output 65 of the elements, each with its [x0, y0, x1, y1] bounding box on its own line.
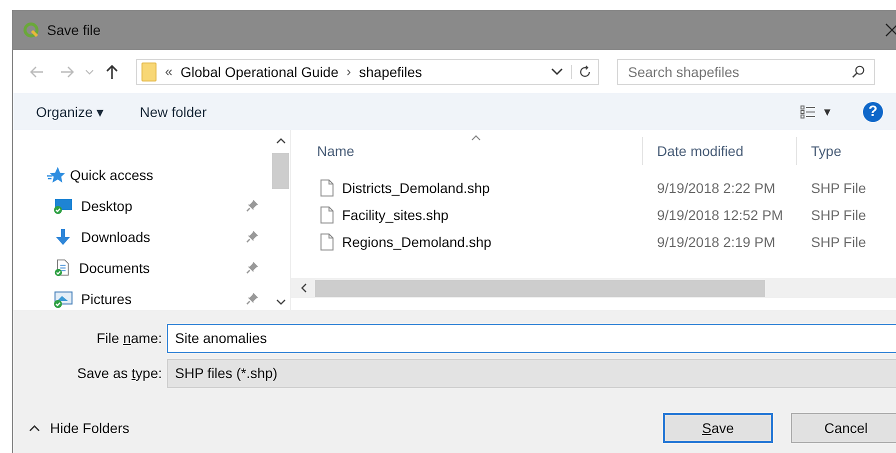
- close-icon[interactable]: [885, 23, 896, 37]
- app-logo-icon: [23, 22, 39, 38]
- scrollbar-thumb[interactable]: [272, 153, 289, 189]
- up-arrow-icon[interactable]: [104, 64, 120, 80]
- caret-up-icon: [29, 424, 40, 432]
- scroll-left-icon[interactable]: [301, 283, 307, 293]
- star-icon: [47, 166, 65, 184]
- breadcrumb[interactable]: shapefiles: [359, 64, 422, 80]
- table-cell-text: SHP File: [810, 180, 867, 196]
- scroll-down-icon[interactable]: [276, 299, 286, 305]
- new-folder-button[interactable]: New folder: [140, 104, 207, 120]
- overflow-chevrons[interactable]: «: [165, 64, 173, 79]
- file-name[interactable]: Facility_sites.shp: [342, 206, 449, 222]
- back-arrow-icon[interactable]: [29, 64, 45, 80]
- field-label: File name:: [96, 330, 163, 346]
- file-name[interactable]: Regions_Demoland.shp: [342, 234, 492, 250]
- download-arrow-icon: [53, 228, 73, 246]
- forward-arrow-icon[interactable]: [59, 64, 75, 80]
- table-cell-text: 9/19/2018 2:22 PM: [656, 180, 776, 196]
- cancel-button[interactable]: Cancel: [791, 413, 896, 443]
- monitor-icon: [53, 196, 73, 214]
- table-cell-text: SHP File: [810, 234, 867, 250]
- sidebar-item[interactable]: Downloads: [47, 221, 271, 252]
- pin-icon[interactable]: [246, 261, 259, 274]
- table-cell-text: 9/19/2018 2:19 PM: [656, 234, 776, 250]
- path-separator: ›: [346, 64, 352, 79]
- file-type-dropdown[interactable]: SHP files (*.shp): [167, 358, 896, 388]
- horizontal-scrollbar[interactable]: [291, 278, 896, 298]
- sort-caret-icon: [471, 135, 481, 141]
- file-icon: [320, 206, 334, 224]
- sidebar-item[interactable]: Desktop: [47, 190, 271, 221]
- search-field[interactable]: Search shapefiles: [617, 58, 875, 84]
- file-name-field[interactable]: Site anomalies: [167, 324, 896, 352]
- hide-folders-button[interactable]: Hide Folders: [13, 420, 130, 436]
- column-header[interactable]: Name: [303, 137, 643, 165]
- sidebar-item[interactable]: Pictures: [47, 283, 271, 314]
- window-title: Save file: [47, 22, 102, 38]
- pin-icon[interactable]: [246, 199, 259, 212]
- table-cell-text: 9/19/2018 12:52 PM: [656, 206, 784, 222]
- view-options-icon[interactable]: [800, 104, 816, 118]
- chevron-down-icon[interactable]: [551, 68, 563, 76]
- scroll-up-icon[interactable]: [276, 138, 286, 144]
- image-icon: [53, 290, 73, 308]
- breadcrumb[interactable]: Global Operational Guide: [180, 64, 339, 80]
- pin-icon[interactable]: [246, 292, 259, 305]
- document-icon: [53, 258, 71, 278]
- address-bar[interactable]: « Global Operational Guide › shapefiles: [136, 58, 599, 84]
- sidebar-item[interactable]: Quick access: [47, 159, 271, 190]
- file-icon: [320, 178, 334, 196]
- folder-icon: [141, 62, 157, 82]
- pin-icon[interactable]: [246, 230, 259, 243]
- column-header[interactable]: Type: [797, 137, 896, 165]
- scrollbar-thumb[interactable]: [315, 280, 765, 296]
- column-header[interactable]: Date modified: [643, 137, 797, 165]
- sidebar-item[interactable]: Documents: [47, 252, 271, 283]
- refresh-icon[interactable]: [571, 64, 592, 78]
- file-icon: [320, 232, 334, 250]
- save-button[interactable]: Save: [663, 413, 773, 443]
- field-label: Save as type:: [76, 365, 163, 381]
- view-menu-caret[interactable]: ▾: [824, 104, 831, 119]
- search-icon: [851, 64, 865, 78]
- file-name[interactable]: Districts_Demoland.shp: [342, 180, 490, 196]
- table-cell-text: SHP File: [810, 206, 867, 222]
- help-button[interactable]: ?: [863, 102, 883, 122]
- organize-menu[interactable]: Organize ▾: [36, 104, 104, 120]
